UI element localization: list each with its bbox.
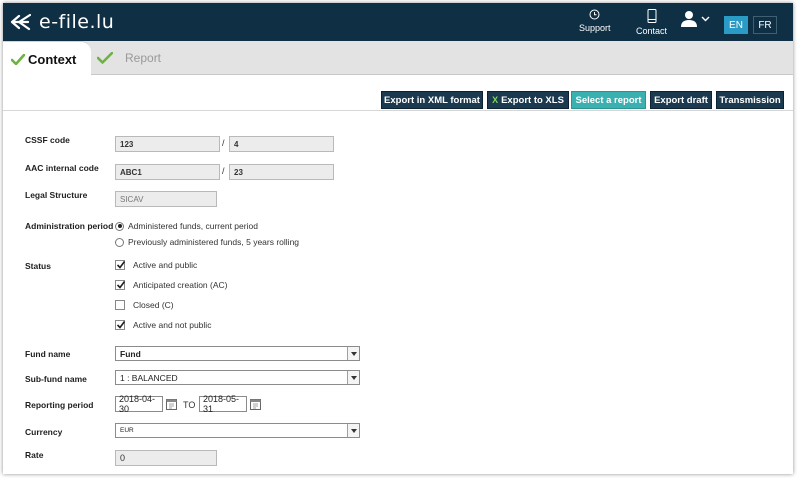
check-icon (116, 261, 126, 269)
cssf-code-label: CSSF code (25, 135, 70, 145)
status-option-label: Anticipated creation (AC) (133, 280, 228, 290)
fund-name-select[interactable]: Fund (115, 346, 360, 361)
status-closed[interactable]: Closed (C) (115, 300, 174, 310)
checkmark-icon (11, 53, 25, 65)
admin-period-option-label: Administered funds, current period (128, 221, 258, 231)
admin-period-option-current[interactable]: Administered funds, current period (115, 221, 258, 231)
tab-context[interactable]: Context (3, 41, 91, 76)
sub-fund-name-select[interactable]: 1 : BALANCED (115, 370, 360, 385)
transmission-button[interactable]: Transmission (716, 91, 784, 109)
tab-report[interactable]: Report (95, 41, 161, 75)
checkbox[interactable] (115, 320, 126, 330)
calendar-icon[interactable] (250, 398, 261, 410)
check-icon (116, 321, 126, 329)
tab-bar: Context Report (3, 41, 793, 76)
admin-period-option-previous[interactable]: Previously administered funds, 5 years r… (115, 237, 299, 247)
aac-code-input-2[interactable]: 23 (229, 164, 334, 180)
support-link[interactable]: Support (579, 9, 611, 33)
rate-label: Rate (25, 450, 44, 460)
currency-label: Currency (25, 427, 63, 437)
check-icon (116, 281, 126, 289)
aac-code-label: AAC internal code (25, 163, 99, 173)
select-report-button[interactable]: Select a report (571, 91, 646, 109)
contact-label: Contact (636, 26, 668, 36)
efile-logo-icon (10, 13, 31, 31)
status-option-label: Active and public (133, 260, 198, 270)
reporting-period-label: Reporting period (25, 400, 94, 410)
phone-icon (647, 9, 657, 23)
fund-name-label: Fund name (25, 349, 71, 359)
admin-period-option-label: Previously administered funds, 5 years r… (128, 237, 300, 247)
status-anticipated-creation[interactable]: Anticipated creation (AC) (115, 280, 228, 290)
dropdown-arrow-icon (347, 347, 359, 360)
support-label: Support (579, 23, 611, 33)
status-label: Status (25, 261, 51, 271)
export-xls-button[interactable]: X Export to XLS (487, 91, 569, 109)
logo[interactable]: e-file.lu (9, 8, 114, 36)
language-fr-button[interactable]: FR (753, 16, 777, 34)
chevron-down-icon (701, 16, 710, 22)
cssf-separator: / (222, 138, 225, 148)
user-menu[interactable] (680, 10, 710, 28)
status-active-not-public[interactable]: Active and not public (115, 320, 211, 330)
checkmark-icon (97, 52, 113, 64)
cssf-code-input-2[interactable]: 4 (229, 136, 334, 152)
tab-report-label: Report (125, 51, 162, 65)
calendar-icon[interactable] (166, 398, 177, 410)
app-window: e-file.lu Support Contact EN FR Context … (3, 3, 793, 474)
aac-code-input-1[interactable]: ABC1 (115, 164, 220, 180)
currency-value: EUR (120, 427, 134, 434)
export-xml-button[interactable]: Export in XML format (381, 91, 483, 109)
checkbox[interactable] (115, 260, 126, 270)
tab-context-label: Context (28, 51, 77, 67)
reporting-period-from-input[interactable]: 2018-04-30 (115, 394, 163, 414)
logo-text: e-file.lu (39, 11, 115, 33)
top-bar: e-file.lu Support Contact EN FR (3, 3, 793, 41)
status-option-label: Active and not public (133, 320, 212, 330)
aac-separator: / (222, 166, 225, 176)
checkbox[interactable] (115, 280, 126, 290)
language-en-button[interactable]: EN (724, 16, 748, 34)
rate-input[interactable]: 0 (115, 450, 217, 466)
radio-selected[interactable] (115, 221, 124, 231)
reporting-period-to-label: TO (183, 400, 196, 410)
legal-structure-input[interactable]: SICAV (115, 191, 217, 207)
status-active-public[interactable]: Active and public (115, 260, 197, 270)
cssf-code-input-1[interactable]: 123 (115, 136, 220, 152)
dropdown-arrow-icon (347, 371, 359, 384)
checkbox[interactable] (115, 300, 125, 310)
admin-period-label: Administration period (25, 221, 114, 231)
radio-unselected[interactable] (115, 237, 124, 247)
reporting-period-to-input[interactable]: 2018-05-31 (199, 394, 247, 414)
fund-name-value: Fund (120, 348, 141, 359)
currency-select[interactable]: EUR (115, 423, 360, 438)
export-draft-button[interactable]: Export draft (650, 91, 712, 109)
excel-icon: X (492, 95, 499, 105)
user-icon (681, 11, 697, 27)
clock-icon (589, 9, 600, 20)
sub-fund-name-label: Sub-fund name (25, 374, 87, 384)
legal-structure-label: Legal Structure (25, 190, 88, 200)
export-xls-label: Export to XLS (501, 94, 564, 106)
dropdown-arrow-icon (347, 424, 359, 437)
status-option-label: Closed (C) (133, 300, 174, 310)
sub-fund-name-value: 1 : BALANCED (120, 372, 178, 383)
contact-link[interactable]: Contact (636, 9, 667, 36)
